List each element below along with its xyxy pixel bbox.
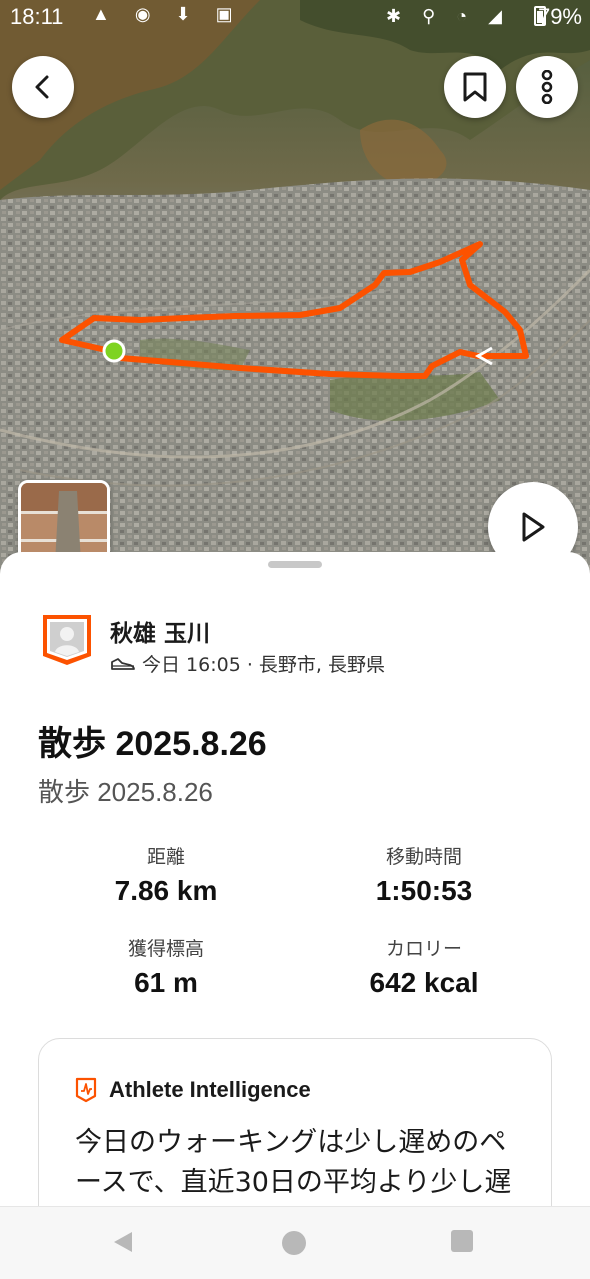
stat-calories: カロリー 642 kcal — [294, 934, 554, 999]
route-map[interactable]: 18:11 ▲ ◉ ⬇ ▣ ✱ ⚲ ◔ ◢ 79% — [0, 0, 590, 600]
athlete-intelligence-header: Athlete Intelligence — [75, 1077, 311, 1103]
square-recents-icon — [451, 1230, 473, 1252]
stat-elevation: 獲得標高 61 m — [36, 934, 296, 999]
start-marker-icon — [102, 339, 126, 363]
activity-subtitle: 散歩 2025.8.26 — [38, 777, 213, 807]
battery-percent: 79% — [537, 4, 582, 29]
stat-moving-time: 移動時間 1:50:53 — [294, 842, 554, 907]
athlete-name[interactable]: 秋雄 玉川 — [110, 614, 210, 648]
avatar-placeholder-icon — [43, 615, 91, 665]
athlete-intelligence-icon — [75, 1077, 97, 1103]
activity-details-sheet[interactable]: 秋雄 玉川 今日 16:05 · 長野市, 長野県 散歩 2025.8.26 散… — [0, 552, 590, 1279]
avatar[interactable] — [40, 612, 94, 668]
bookmark-button[interactable] — [444, 56, 506, 118]
activity-meta-text: 今日 16:05 · 長野市, 長野県 — [142, 654, 385, 676]
shoe-icon — [111, 657, 135, 670]
activity-meta: 今日 16:05 · 長野市, 長野県 — [110, 650, 385, 677]
stat-value: 7.86 km — [114, 875, 218, 906]
stat-value: 1:50:53 — [375, 875, 473, 906]
back-button[interactable] — [12, 56, 74, 118]
nav-recents-button[interactable] — [450, 1229, 474, 1257]
stat-value: 61 m — [134, 967, 198, 998]
activity-title: 散歩 2025.8.26 — [38, 725, 267, 763]
bookmark-icon — [463, 72, 487, 102]
athlete-intelligence-title: Athlete Intelligence — [109, 1077, 311, 1102]
nav-back-button[interactable] — [110, 1229, 136, 1259]
nav-home-button[interactable] — [280, 1229, 308, 1261]
system-icons: ✱ ⚲ ◔ ◢ — [386, 6, 510, 26]
status-time: 18:11 — [10, 4, 64, 29]
more-options-button[interactable] — [516, 56, 578, 118]
stat-label: 移動時間 — [385, 846, 462, 868]
stat-label: 距離 — [146, 846, 185, 868]
route-line — [59, 241, 529, 379]
stat-value: 642 kcal — [369, 967, 479, 998]
circle-home-icon — [282, 1231, 306, 1255]
sheet-drag-handle[interactable] — [268, 561, 322, 568]
play-icon — [522, 512, 545, 542]
stat-label: 獲得標高 — [127, 938, 204, 960]
notification-icons: ▲ ◉ ⬇ ▣ — [92, 4, 243, 24]
more-vertical-icon — [541, 70, 553, 104]
chevron-left-icon — [35, 75, 49, 99]
status-bar: 18:11 ▲ ◉ ⬇ ▣ ✱ ⚲ ◔ ◢ 79% — [0, 0, 590, 36]
stat-label: カロリー — [385, 938, 462, 960]
stat-distance: 距離 7.86 km — [36, 842, 296, 907]
triangle-back-icon — [114, 1232, 132, 1252]
system-navigation-bar — [0, 1206, 590, 1279]
